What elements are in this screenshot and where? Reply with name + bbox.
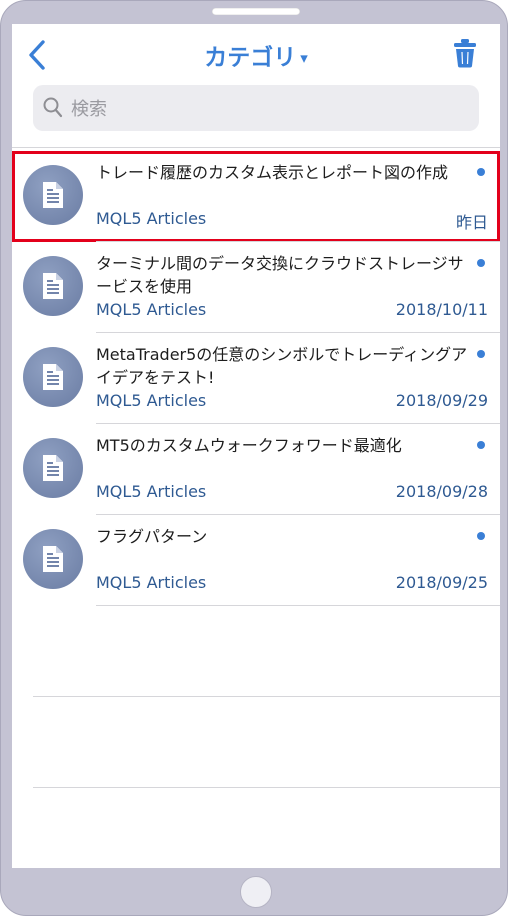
search-bar[interactable] xyxy=(33,85,479,131)
document-icon xyxy=(43,182,63,208)
row-divider xyxy=(96,605,500,606)
article-title: フラグパターン xyxy=(96,527,208,546)
caret-down-icon: ▾ xyxy=(300,49,308,67)
unread-indicator xyxy=(477,441,485,449)
article-source: MQL5 Articles xyxy=(96,391,207,410)
article-source: MQL5 Articles xyxy=(96,482,207,501)
article-row[interactable]: トレード履歴のカスタム表示とレポート図の作成 MQL5 Articles 昨日 xyxy=(12,151,500,242)
document-icon xyxy=(43,273,63,299)
category-dropdown[interactable]: カテゴリ ▾ xyxy=(12,38,500,72)
divider xyxy=(33,787,500,788)
article-row[interactable]: MT5のカスタムウォークフォワード最適化 MQL5 Articles 2018/… xyxy=(12,424,500,515)
device-frame: カテゴリ ▾ 検索 トレード履歴のカスタム表示とレポート図の作成 MQL5 Ar… xyxy=(0,0,508,916)
article-avatar xyxy=(23,347,83,407)
article-row[interactable]: MetaTrader5の任意のシンボルでトレーディングアイデアをテスト! MQL… xyxy=(12,333,500,424)
article-date: 2018/10/11 xyxy=(395,300,488,319)
unread-indicator xyxy=(477,350,485,358)
document-icon xyxy=(43,546,63,572)
trash-icon xyxy=(454,39,476,68)
document-icon xyxy=(43,364,63,390)
home-button[interactable] xyxy=(240,876,272,908)
article-date: 昨日 xyxy=(455,213,488,232)
navigation-bar: カテゴリ ▾ xyxy=(12,24,500,86)
article-avatar xyxy=(23,529,83,589)
divider xyxy=(33,696,500,697)
document-icon xyxy=(43,455,63,481)
article-title: ターミナル間のデータ交換にクラウドストレージサービスを使用 xyxy=(96,254,464,296)
device-speaker xyxy=(212,8,300,15)
article-date: 2018/09/25 xyxy=(395,573,488,592)
article-avatar xyxy=(23,165,83,225)
article-source: MQL5 Articles xyxy=(96,573,207,592)
article-row[interactable]: フラグパターン MQL5 Articles 2018/09/25 xyxy=(12,515,500,606)
divider xyxy=(12,147,500,148)
unread-indicator xyxy=(477,168,485,176)
article-date: 2018/09/28 xyxy=(395,482,488,501)
delete-button[interactable] xyxy=(453,38,477,68)
article-title: MT5のカスタムウォークフォワード最適化 xyxy=(96,436,402,455)
article-source: MQL5 Articles xyxy=(96,209,207,228)
search-icon xyxy=(43,97,63,118)
article-title: トレード履歴のカスタム表示とレポート図の作成 xyxy=(96,163,449,182)
app-screen: カテゴリ ▾ 検索 トレード履歴のカスタム表示とレポート図の作成 MQL5 Ar… xyxy=(12,24,500,868)
search-input[interactable] xyxy=(69,94,463,124)
article-source: MQL5 Articles xyxy=(96,300,207,319)
article-row[interactable]: ターミナル間のデータ交換にクラウドストレージサービスを使用 MQL5 Artic… xyxy=(12,242,500,333)
article-avatar xyxy=(23,438,83,498)
unread-indicator xyxy=(477,532,485,540)
article-avatar xyxy=(23,256,83,316)
unread-indicator xyxy=(477,259,485,267)
page-title: カテゴリ xyxy=(204,45,297,71)
article-title: MetaTrader5の任意のシンボルでトレーディングアイデアをテスト! xyxy=(96,345,468,387)
article-date: 2018/09/29 xyxy=(395,391,488,410)
article-list: トレード履歴のカスタム表示とレポート図の作成 MQL5 Articles 昨日 … xyxy=(12,151,500,606)
